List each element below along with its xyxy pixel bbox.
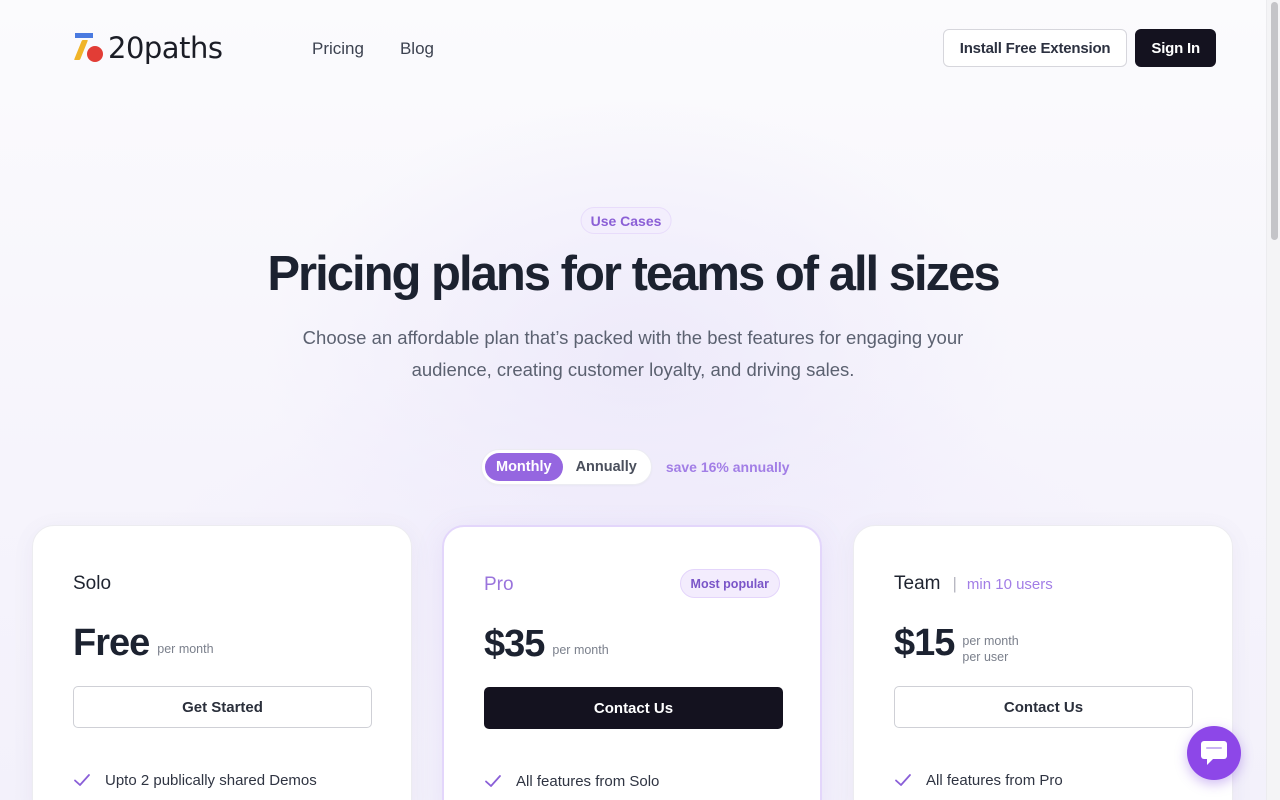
plan-price: $35 [484, 623, 545, 665]
page-scrollbar[interactable] [1266, 0, 1280, 800]
chat-widget-button[interactable] [1187, 726, 1241, 780]
billing-toggle-group: Monthly Annually save 16% annually [481, 449, 790, 485]
feature-item: All features from Solo [484, 772, 659, 790]
nav-item-pricing[interactable]: Pricing [312, 39, 364, 59]
feature-text: All features from Pro [926, 771, 1063, 789]
page-subtitle: Choose an affordable plan that’s packed … [302, 327, 964, 380]
price-row: $35 per month [484, 623, 609, 666]
plan-name: Solo [73, 573, 112, 594]
price-unit-line: per user [962, 649, 1009, 664]
feature-text: Upto 2 publically shared Demos [105, 771, 317, 789]
separator: | [952, 574, 957, 593]
price-unit: per month [552, 642, 609, 657]
feature-item: Upto 2 publically shared Demos [73, 771, 317, 789]
use-cases-badge[interactable]: Use Cases [580, 207, 672, 234]
feature-text: All features from Solo [516, 772, 660, 790]
plan-min-users: min 10 users [966, 576, 1053, 593]
plan-name: Pro [484, 574, 514, 595]
price-unit: per month per user [962, 633, 1018, 665]
nav-item-blog[interactable]: Blog [400, 39, 434, 59]
check-icon [485, 775, 501, 787]
toggle-annually[interactable]: Annually [565, 453, 648, 481]
scrollbar-thumb[interactable] [1271, 2, 1278, 240]
save-note: save 16% annually [665, 459, 790, 475]
plan-card-team: Team | min 10 users $15 per month per us… [853, 525, 1233, 800]
header-actions: Install Free Extension Sign In [942, 29, 1216, 67]
plan-card-solo: Solo Free per month Get Started Upto 2 p… [32, 525, 412, 800]
site-header: 20paths Pricing Blog Install Free Extens… [73, 28, 1216, 68]
price-row: $15 per month per user [894, 622, 1019, 665]
sign-in-button[interactable]: Sign In [1135, 29, 1216, 67]
price-unit-line: per month [962, 633, 1019, 648]
plan-price: Free [73, 622, 150, 664]
check-icon [895, 774, 911, 786]
toggle-monthly[interactable]: Monthly [485, 453, 563, 481]
main-nav: Pricing Blog [312, 39, 434, 59]
page: 20paths Pricing Blog Install Free Extens… [0, 0, 1266, 800]
price-unit: per month [157, 641, 214, 656]
feature-item: All features from Pro [894, 771, 1063, 789]
check-icon [74, 774, 90, 786]
get-started-button[interactable]: Get Started [73, 686, 372, 728]
install-extension-button[interactable]: Install Free Extension [942, 29, 1128, 67]
most-popular-badge: Most popular [679, 569, 780, 598]
contact-us-button[interactable]: Contact Us [484, 687, 783, 729]
logo-icon [73, 32, 106, 64]
price-row: Free per month [73, 622, 214, 665]
brand-name: 20paths [108, 31, 223, 65]
brand-logo[interactable]: 20paths [73, 31, 223, 65]
plan-name: Team [894, 573, 941, 594]
plan-card-pro: Pro Most popular $35 per month Contact U… [442, 525, 822, 800]
contact-us-button[interactable]: Contact Us [894, 686, 1193, 728]
billing-toggle: Monthly Annually [481, 449, 652, 485]
chat-icon [1201, 741, 1227, 765]
plan-header: Team | min 10 users [894, 573, 1053, 595]
plan-price: $15 [894, 622, 955, 664]
page-title: Pricing plans for teams of all sizes [267, 247, 1000, 301]
